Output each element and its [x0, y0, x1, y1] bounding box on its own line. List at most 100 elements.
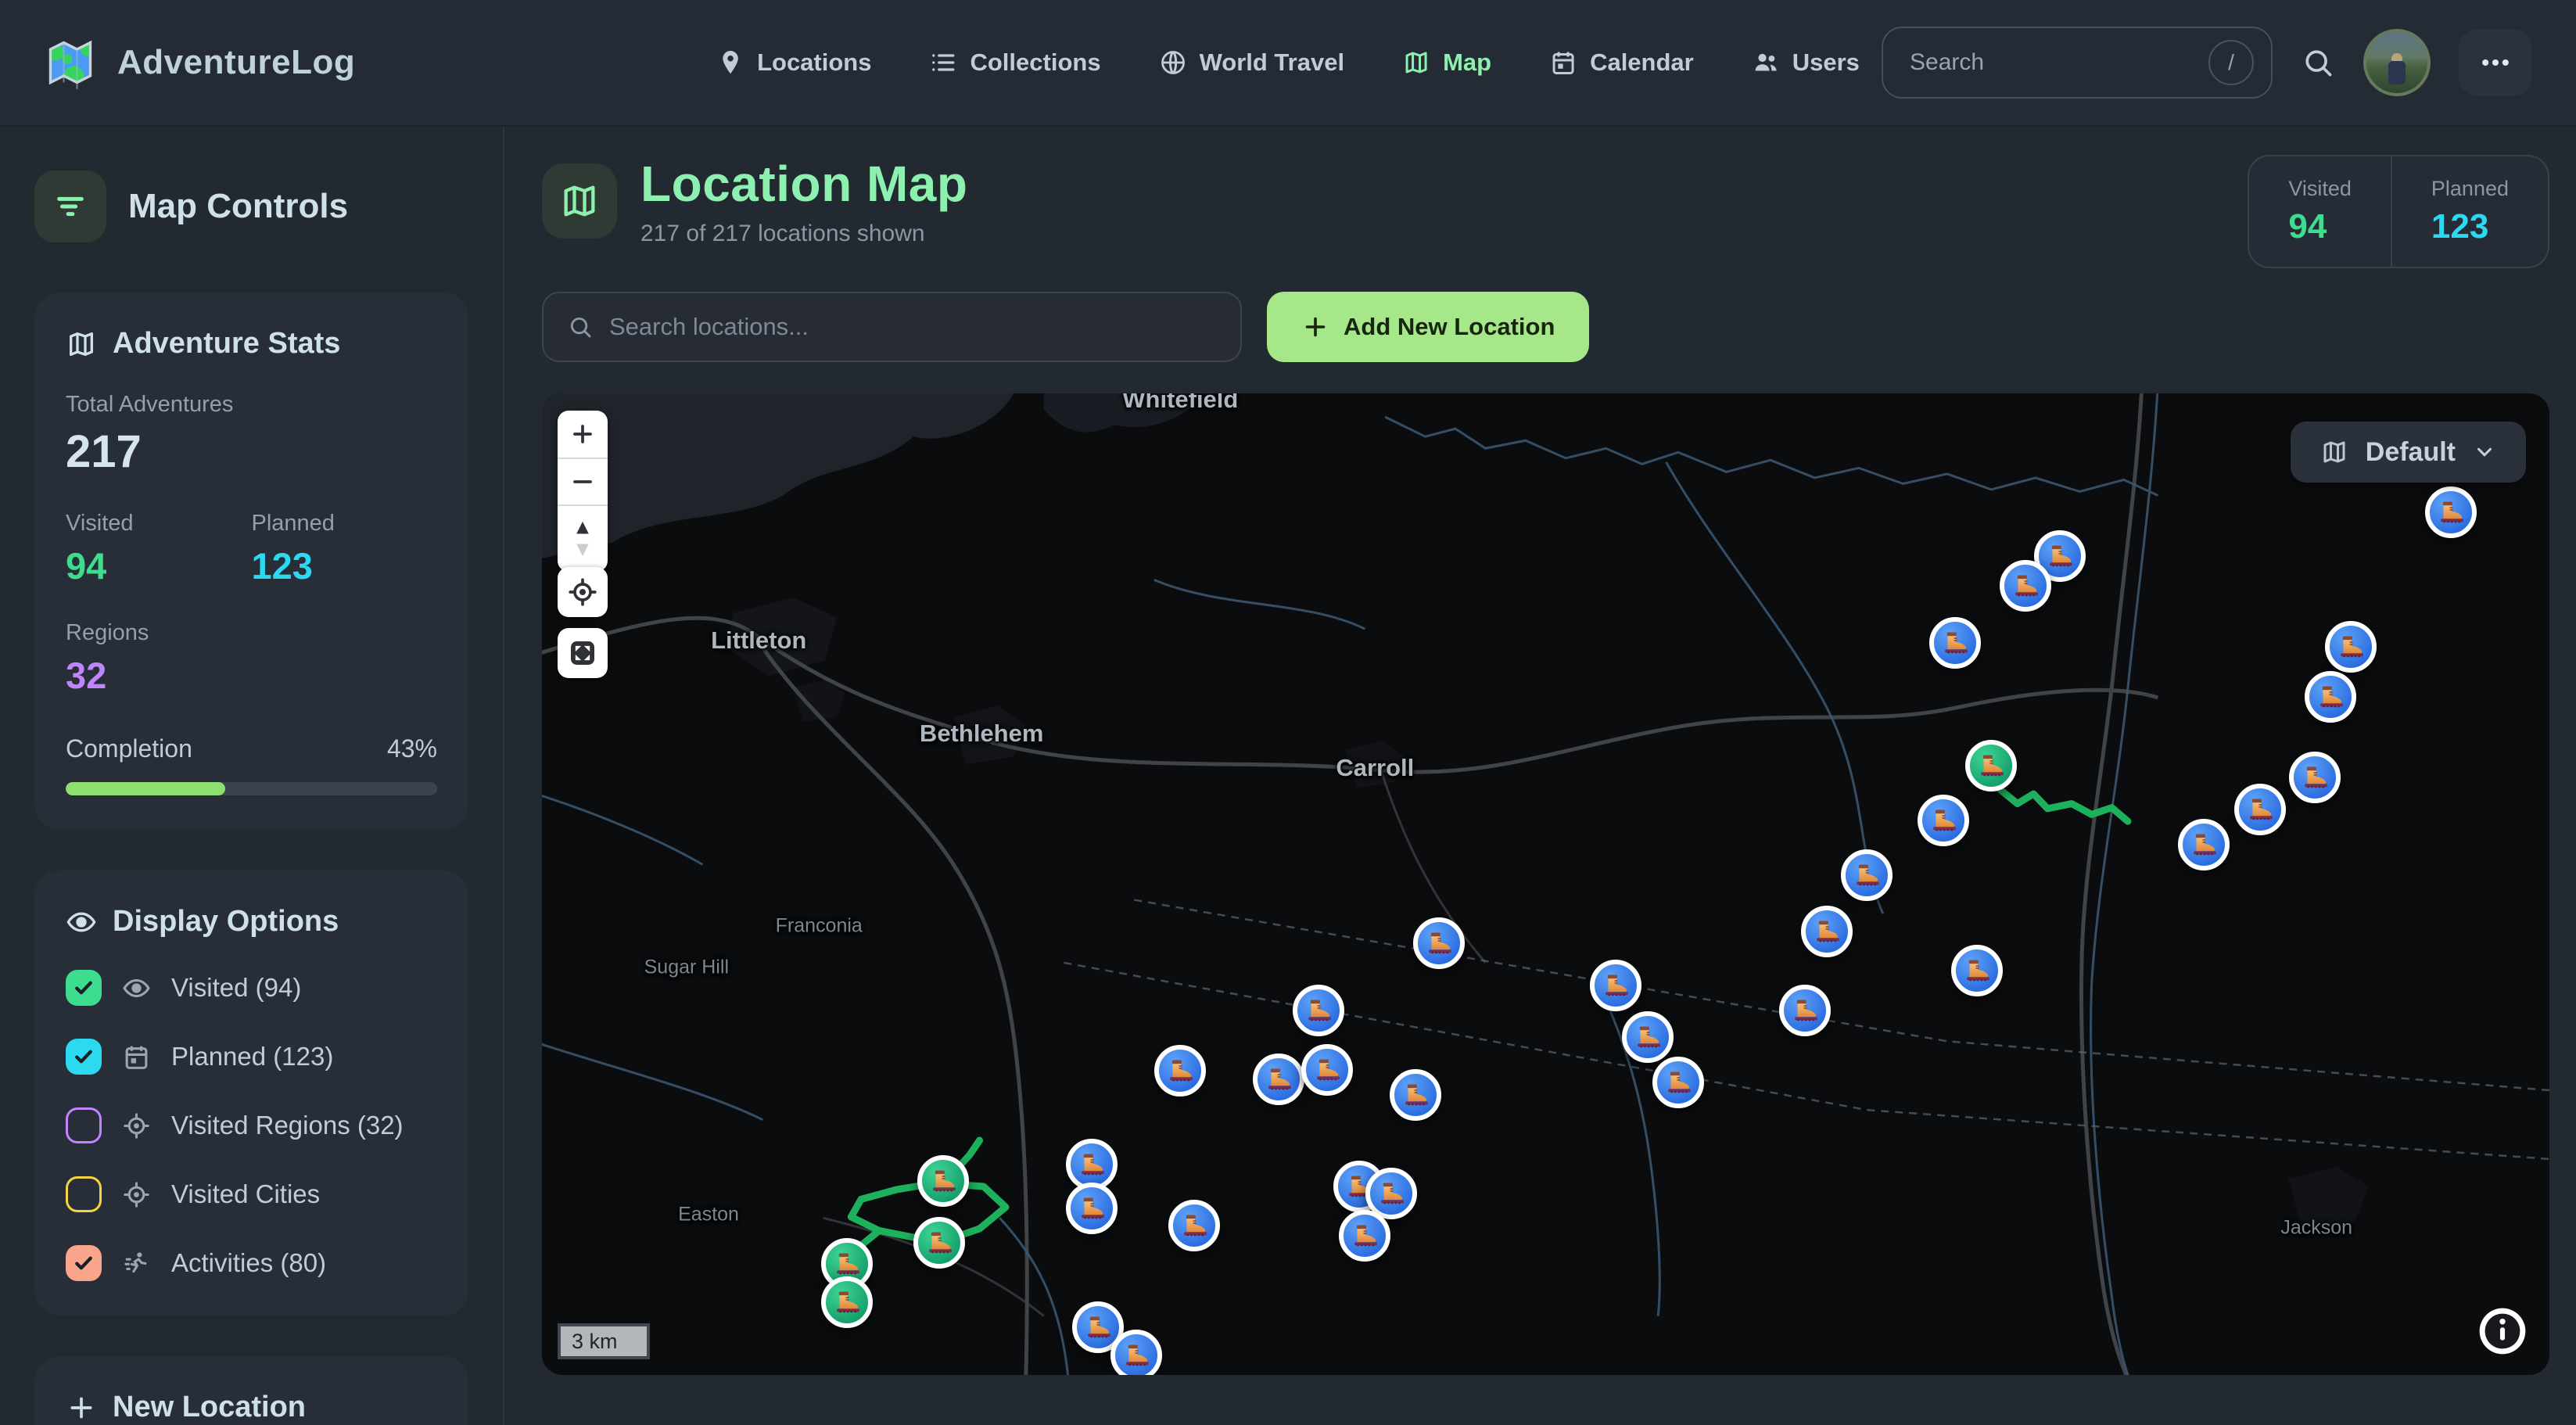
hiking-boot-icon	[1376, 1179, 1406, 1208]
completion-value: 43%	[387, 734, 437, 763]
avatar[interactable]	[2363, 29, 2431, 96]
planned-location-marker[interactable]	[1154, 1045, 1206, 1097]
nav-item-users[interactable]: Users	[1752, 48, 1860, 77]
display-option-visited-regions-32[interactable]: Visited Regions (32)	[66, 1107, 437, 1143]
map-controls-sidebar: Map Controls Adventure Stats Total Adven…	[0, 127, 504, 1425]
display-option-planned-123[interactable]: Planned (123)	[66, 1039, 437, 1075]
display-option-label: Planned (123)	[171, 1042, 333, 1071]
hiking-boot-icon	[1940, 628, 1970, 658]
map-icon	[2320, 438, 2348, 466]
planned-location-marker[interactable]	[2305, 671, 2356, 723]
brand[interactable]: AdventureLog	[44, 36, 355, 89]
planned-location-marker[interactable]	[1293, 985, 1344, 1036]
nav-item-collections[interactable]: Collections	[929, 48, 1100, 77]
planned-location-marker[interactable]	[2178, 819, 2230, 870]
hiking-boot-icon	[832, 1287, 862, 1317]
filter-icon-box	[34, 170, 106, 242]
planned-location-marker[interactable]	[1110, 1330, 1162, 1375]
planned-location-marker[interactable]	[2000, 560, 2051, 612]
planned-location-marker[interactable]	[2234, 784, 2286, 835]
planned-location-marker[interactable]	[1390, 1069, 1441, 1121]
hiking-boot-icon	[1633, 1022, 1663, 1052]
planned-location-marker[interactable]	[1590, 960, 1641, 1011]
visited-label: Visited	[66, 511, 252, 537]
fullscreen-button[interactable]	[558, 628, 608, 678]
hiking-boot-icon	[2245, 795, 2275, 824]
planned-location-marker[interactable]	[1652, 1057, 1704, 1108]
nav-item-label: Calendar	[1590, 48, 1694, 77]
map-canvas[interactable]: WhitefieldLittletonBethlehemCarrollFranc…	[542, 393, 2549, 1375]
search-icon[interactable]	[2301, 45, 2335, 80]
hiking-boot-icon	[2045, 541, 2075, 571]
planned-location-marker[interactable]	[2289, 752, 2341, 803]
nav-item-label: Map	[1443, 48, 1491, 77]
nav-item-calendar[interactable]: Calendar	[1549, 48, 1694, 77]
planned-location-marker[interactable]	[1801, 906, 1853, 957]
planned-location-marker[interactable]	[1622, 1011, 1674, 1063]
hiking-boot-icon	[832, 1249, 862, 1279]
layer-selector[interactable]: Default	[2291, 422, 2526, 483]
display-options-heading: Display Options	[66, 905, 437, 939]
hiking-boot-icon	[928, 1166, 958, 1196]
nav-item-locations[interactable]: Locations	[716, 48, 871, 77]
planned-location-marker[interactable]	[1841, 849, 1893, 901]
planned-location-marker[interactable]	[1168, 1200, 1220, 1251]
locate-me-button[interactable]	[558, 567, 608, 617]
planned-value: 123	[252, 544, 438, 587]
nav-item-label: Users	[1792, 48, 1860, 77]
nav-item-label: World Travel	[1200, 48, 1345, 77]
planned-location-marker[interactable]	[1779, 985, 1831, 1036]
calendar-icon	[122, 1043, 151, 1071]
planned-location-marker[interactable]	[1413, 917, 1465, 969]
compass-control[interactable]	[558, 504, 608, 572]
main-content: Location Map 217 of 217 locations shown …	[504, 127, 2576, 1425]
nav-item-label: Locations	[757, 48, 871, 77]
checkbox[interactable]	[66, 1176, 102, 1212]
planned-location-marker[interactable]	[1301, 1044, 1353, 1096]
visited-location-marker[interactable]	[1965, 740, 2017, 791]
plus-icon	[1301, 313, 1329, 341]
visited-location-marker[interactable]	[821, 1276, 873, 1328]
planned-location-marker[interactable]	[1951, 945, 2003, 996]
ellipsis-icon	[2478, 45, 2513, 80]
attribution-info-button[interactable]	[2477, 1306, 2528, 1356]
planned-location-marker[interactable]	[1929, 617, 1981, 669]
hiking-boot-icon	[1083, 1312, 1113, 1342]
nav-item-world-travel[interactable]: World Travel	[1159, 48, 1345, 77]
planned-location-marker[interactable]	[2325, 621, 2377, 673]
visited-location-marker[interactable]	[913, 1217, 965, 1269]
map-icon	[559, 181, 600, 221]
display-option-visited-cities[interactable]: Visited Cities	[66, 1176, 437, 1212]
nav-item-map[interactable]: Map	[1402, 48, 1491, 77]
hiking-boot-icon	[1312, 1055, 1342, 1085]
activity-trail	[2000, 789, 2128, 821]
checkbox[interactable]	[66, 970, 102, 1006]
global-search[interactable]: /	[1882, 27, 2273, 99]
visited-location-marker[interactable]	[917, 1155, 969, 1207]
planned-location-marker[interactable]	[1066, 1183, 1118, 1234]
display-option-label: Visited (94)	[171, 973, 301, 1003]
display-option-activities-80[interactable]: Activities (80)	[66, 1245, 437, 1281]
zoom-in-button[interactable]	[558, 411, 608, 458]
checkbox[interactable]	[66, 1039, 102, 1075]
crosshair-icon	[122, 1180, 151, 1209]
checkbox[interactable]	[66, 1107, 102, 1143]
display-option-label: Visited Cities	[171, 1179, 320, 1209]
hiking-boot-icon	[1350, 1221, 1379, 1251]
hiking-boot-icon	[1812, 917, 1842, 946]
locations-shown-count: 217 of 217 locations shown	[640, 221, 967, 247]
add-new-location-button[interactable]: Add New Location	[1267, 292, 1589, 362]
checkbox[interactable]	[66, 1245, 102, 1281]
location-search-input[interactable]	[609, 313, 1217, 341]
zoom-out-button[interactable]	[558, 458, 608, 504]
display-option-visited-94[interactable]: Visited (94)	[66, 970, 437, 1006]
planned-location-marker[interactable]	[2425, 486, 2477, 538]
more-menu-button[interactable]	[2459, 29, 2532, 96]
planned-location-marker[interactable]	[1918, 795, 1969, 846]
planned-location-marker[interactable]	[1253, 1053, 1304, 1105]
location-search-box[interactable]	[542, 292, 1242, 362]
main-nav: Locations Collections World Travel Map Calen…	[716, 0, 1860, 125]
planned-location-marker[interactable]	[1339, 1210, 1390, 1262]
global-search-input[interactable]	[1910, 49, 2193, 76]
display-options-list: Visited (94) Planned (123) Visited Regions…	[66, 970, 437, 1281]
